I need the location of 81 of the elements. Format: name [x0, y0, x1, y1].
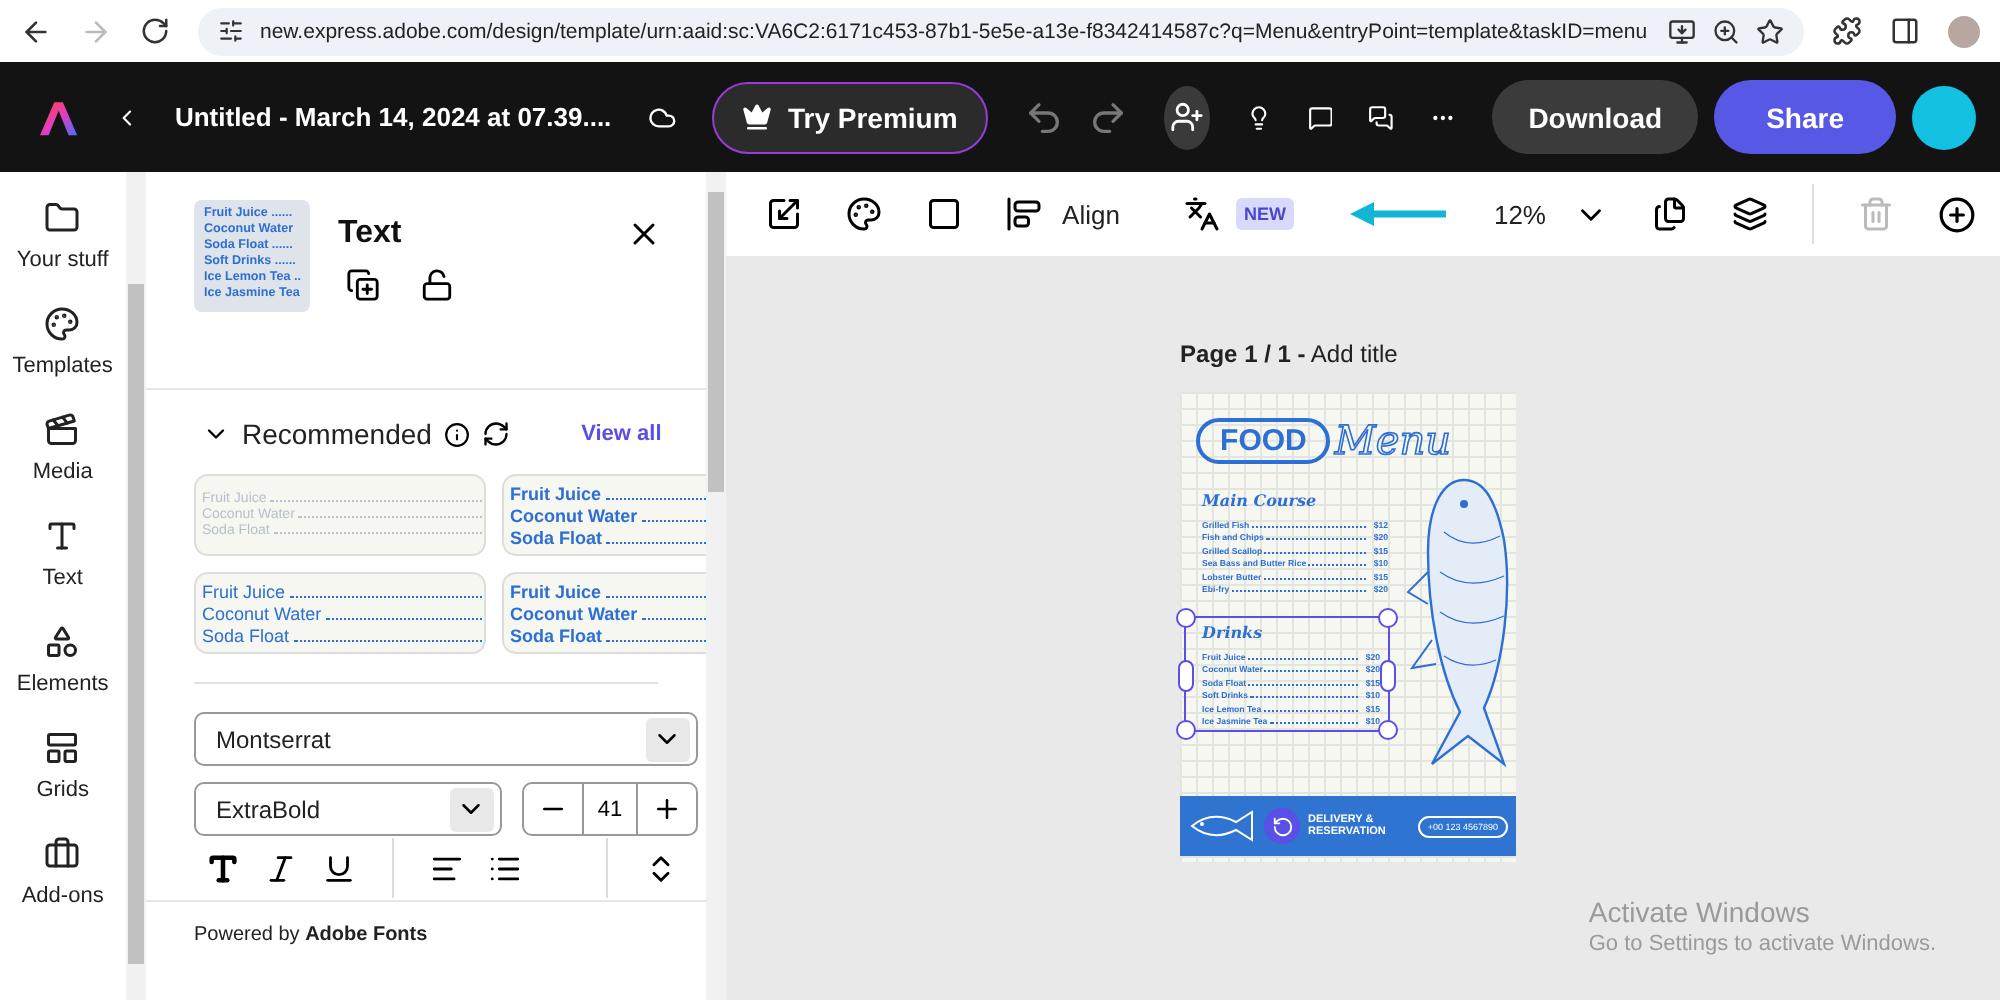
- shape-icon[interactable]: [926, 196, 963, 232]
- shapes-icon[interactable]: [44, 624, 81, 660]
- font-size-value[interactable]: 41: [581, 784, 639, 834]
- section-heading: Drinks: [1202, 622, 1265, 642]
- folder-icon[interactable]: [44, 200, 81, 236]
- rail-item[interactable]: Templates: [12, 306, 113, 378]
- text-preset[interactable]: Fruit Juice Coconut Water Soda Float: [501, 572, 706, 654]
- download-button[interactable]: Download: [1492, 80, 1699, 154]
- resize-handle[interactable]: [1176, 608, 1197, 628]
- resize-handle[interactable]: [1178, 660, 1195, 692]
- url-text: new.express.adobe.com/design/template/urn:aaid:sc:VA6C2:6171c453-87b1-5e5e-a13e-f8342414587c?q=Menu&entryPoint=template&taskID=menu: [260, 19, 1650, 43]
- new-badge: NEW: [1235, 198, 1294, 230]
- bookmark-icon[interactable]: [1756, 17, 1784, 45]
- unlock-icon[interactable]: [419, 268, 454, 302]
- back-icon[interactable]: [20, 15, 52, 47]
- install-icon[interactable]: [1668, 17, 1696, 45]
- resize-icon[interactable]: [766, 196, 803, 232]
- size-stepper[interactable]: 41: [521, 782, 698, 836]
- rotate-handle[interactable]: [1264, 808, 1301, 844]
- bold-icon[interactable]: [205, 851, 240, 885]
- activation-title: Activate Windows: [1588, 896, 1812, 928]
- plus-icon[interactable]: [652, 794, 683, 824]
- resize-handle[interactable]: [1380, 660, 1397, 692]
- invite-button[interactable]: [1163, 85, 1210, 149]
- rail-item[interactable]: Elements: [16, 624, 109, 696]
- text-preset[interactable]: Fruit Juice Coconut Water Soda Float: [501, 474, 706, 556]
- duplicate-icon[interactable]: [345, 268, 380, 302]
- poster-script-title: Menu: [1334, 416, 1451, 464]
- layout-icon[interactable]: [44, 730, 81, 766]
- share-button[interactable]: Share: [1714, 80, 1896, 154]
- text-icon[interactable]: [44, 518, 81, 554]
- panel-title: Text: [337, 216, 404, 252]
- site-info-icon[interactable]: [218, 18, 244, 44]
- zoom-level[interactable]: 12%: [1493, 199, 1546, 229]
- fish-icon: [1188, 810, 1257, 842]
- align-icon[interactable]: [1006, 196, 1043, 232]
- weight-dropdown[interactable]: ExtraBold: [193, 782, 502, 836]
- crown-icon[interactable]: [741, 102, 772, 132]
- resize-handle[interactable]: [1378, 720, 1399, 740]
- user-avatar[interactable]: [1912, 85, 1976, 149]
- font-dropdown[interactable]: Montserrat: [193, 712, 698, 766]
- zoom-icon[interactable]: [1712, 17, 1740, 45]
- view-all-link[interactable]: View all: [581, 422, 662, 446]
- poster-title: FOOD: [1196, 417, 1331, 463]
- document-title[interactable]: Untitled - March 14, 2024 at 07.39....: [174, 102, 612, 132]
- refresh-icon[interactable]: [481, 420, 510, 448]
- palette-icon[interactable]: [846, 196, 883, 232]
- palette-icon[interactable]: [44, 306, 81, 342]
- pages-icon[interactable]: [1652, 196, 1688, 232]
- user-plus-icon[interactable]: [1169, 100, 1204, 134]
- address-bar[interactable]: new.express.adobe.com/design/template/urn:aaid:sc:VA6C2:6171c453-87b1-5e5e-a13e-f8342414587c?q=Menu&entryPoint=template&taskID=menu: [198, 7, 1804, 55]
- try-premium-button[interactable]: Try Premium: [711, 81, 988, 153]
- activation-text: Go to Settings to activate Windows.: [1588, 932, 1936, 956]
- section-heading: Main Course: [1202, 490, 1319, 510]
- info-icon[interactable]: [443, 421, 470, 447]
- resize-handle[interactable]: [1176, 720, 1197, 740]
- rail-item[interactable]: Text: [42, 518, 83, 590]
- align-label[interactable]: Align: [1062, 199, 1120, 229]
- translate-icon[interactable]: [1183, 196, 1220, 232]
- underline-icon[interactable]: [321, 851, 356, 885]
- arrow-annotation: [1349, 202, 1450, 226]
- scrollbar[interactable]: [705, 172, 727, 1000]
- rail-item[interactable]: Media: [32, 412, 93, 484]
- rail-item[interactable]: Grids: [36, 730, 89, 802]
- side-panel-icon[interactable]: [1890, 16, 1920, 46]
- rail-item[interactable]: Your stuff: [16, 200, 109, 272]
- menu-poster[interactable]: [1180, 392, 1517, 862]
- page-label[interactable]: Page 1 / 1 - Add title: [1180, 340, 1398, 368]
- section-title: Recommended: [241, 418, 432, 450]
- reload-icon[interactable]: [140, 16, 170, 46]
- fonts-credit: Powered by Adobe Fonts: [193, 924, 428, 946]
- rail-item[interactable]: Add-ons: [21, 836, 104, 908]
- text-preset[interactable]: Fruit Juice Coconut Water Soda Float: [193, 572, 486, 654]
- rotate-icon[interactable]: [1271, 815, 1294, 837]
- scrollbar[interactable]: [125, 172, 146, 1000]
- add-icon[interactable]: [1938, 195, 1976, 233]
- layers-icon[interactable]: [1732, 196, 1768, 232]
- media-icon[interactable]: [44, 412, 81, 448]
- resize-handle[interactable]: [1378, 608, 1399, 628]
- briefcase-icon[interactable]: [44, 836, 81, 872]
- extensions-icon[interactable]: [1832, 16, 1862, 46]
